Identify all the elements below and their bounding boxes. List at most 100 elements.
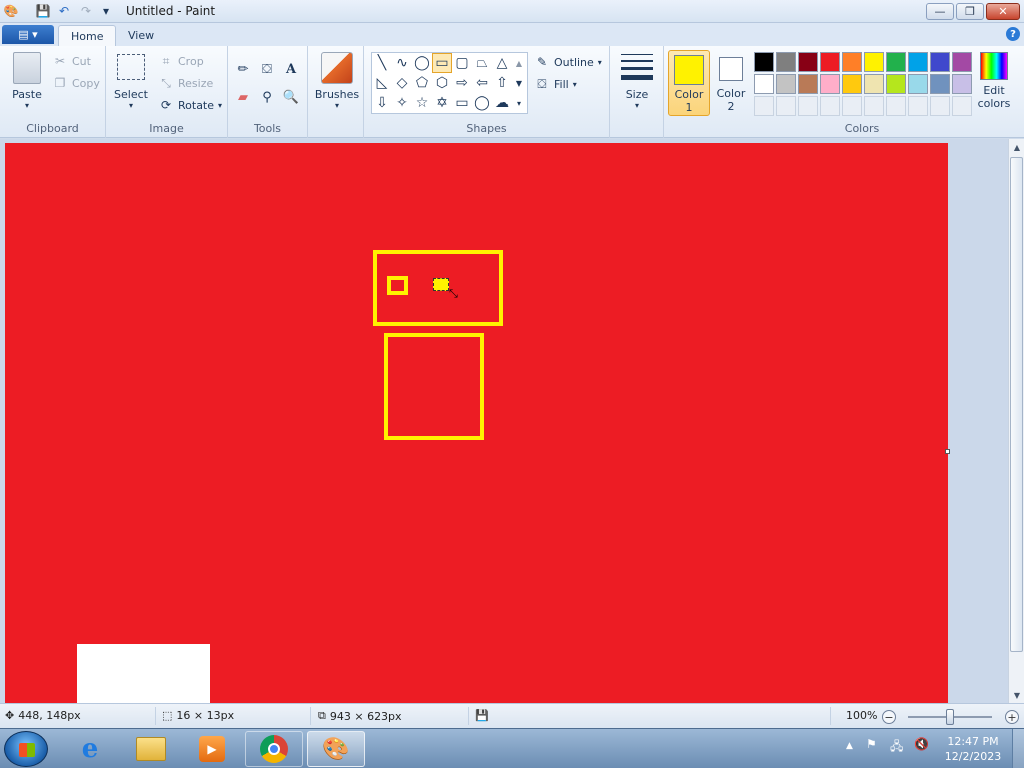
outline-button[interactable]: ✎ Outline ▾ <box>534 54 602 70</box>
internet-explorer-icon[interactable]: e <box>61 731 119 767</box>
four-point-star-shape-icon[interactable]: ✧ <box>392 93 412 113</box>
color-swatch[interactable] <box>820 74 840 94</box>
paint-icon[interactable]: 🎨 <box>3 3 19 19</box>
yellow-square[interactable] <box>384 333 484 440</box>
custom-color-slot[interactable] <box>776 96 796 116</box>
action-center-icon[interactable]: ⚑ <box>866 737 877 751</box>
shapes-expand-icon[interactable]: ▾ <box>512 93 526 113</box>
color-swatch[interactable] <box>864 52 884 72</box>
oval-shape-icon[interactable]: ◯ <box>412 53 432 73</box>
crop-button[interactable]: ⌗ Crop <box>158 53 204 69</box>
right-triangle-shape-icon[interactable]: ◺ <box>372 73 392 93</box>
triangle-shape-icon[interactable]: △ <box>492 53 512 73</box>
file-explorer-icon[interactable] <box>122 731 180 767</box>
custom-color-slot[interactable] <box>886 96 906 116</box>
right-arrow-shape-icon[interactable]: ⇨ <box>452 73 472 93</box>
curve-shape-icon[interactable]: ∿ <box>392 53 412 73</box>
selection-marker[interactable] <box>433 278 449 291</box>
color-swatch[interactable] <box>864 74 884 94</box>
file-menu-button[interactable]: ▤ ▾ <box>2 25 54 44</box>
pencil-icon[interactable]: ✏ <box>232 58 254 80</box>
custom-color-slot[interactable] <box>842 96 862 116</box>
canvas-resize-handle[interactable] <box>945 449 950 454</box>
color-swatch[interactable] <box>908 74 928 94</box>
color-swatch[interactable] <box>776 52 796 72</box>
magnifier-icon[interactable]: 🔍 <box>280 86 302 108</box>
restore-button[interactable]: ❐ <box>956 3 984 20</box>
color-swatch[interactable] <box>930 74 950 94</box>
pentagon-shape-icon[interactable]: ⬠ <box>412 73 432 93</box>
scrollbar-thumb[interactable] <box>1010 157 1023 652</box>
cloud-callout-shape-icon[interactable]: ☁ <box>492 93 512 113</box>
color-swatch[interactable] <box>930 52 950 72</box>
six-point-star-shape-icon[interactable]: ✡ <box>432 93 452 113</box>
color-swatch[interactable] <box>798 74 818 94</box>
tab-home[interactable]: Home <box>58 25 117 46</box>
down-arrow-shape-icon[interactable]: ⇩ <box>372 93 392 113</box>
color-picker-icon[interactable]: ⚲ <box>256 86 278 108</box>
left-arrow-shape-icon[interactable]: ⇦ <box>472 73 492 93</box>
five-point-star-shape-icon[interactable]: ☆ <box>412 93 432 113</box>
help-icon[interactable]: ? <box>1006 27 1020 41</box>
close-button[interactable]: ✕ <box>986 3 1020 20</box>
customize-quick-access-icon[interactable]: ▾ <box>98 3 114 19</box>
yellow-small-square[interactable] <box>387 276 408 295</box>
save-icon[interactable]: 💾 <box>35 3 51 19</box>
minimize-button[interactable]: — <box>926 3 954 20</box>
color-swatch[interactable] <box>952 74 972 94</box>
white-rectangle[interactable] <box>77 644 210 703</box>
color-swatch[interactable] <box>886 52 906 72</box>
color-swatch[interactable] <box>798 52 818 72</box>
color-swatch[interactable] <box>820 52 840 72</box>
custom-color-slot[interactable] <box>908 96 928 116</box>
vertical-scrollbar[interactable]: ▲ ▼ <box>1008 139 1024 703</box>
rounded-callout-shape-icon[interactable]: ▭ <box>452 93 472 113</box>
rounded-rectangle-shape-icon[interactable]: ▢ <box>452 53 472 73</box>
show-desktop-button[interactable] <box>1012 729 1024 768</box>
zoom-slider-thumb[interactable] <box>946 709 954 725</box>
line-shape-icon[interactable]: ╲ <box>372 53 392 73</box>
drawing-canvas[interactable] <box>5 143 948 703</box>
start-button[interactable] <box>4 731 48 767</box>
tab-view[interactable]: View <box>116 25 166 46</box>
resize-button[interactable]: ⤡ Resize <box>158 75 213 91</box>
up-arrow-shape-icon[interactable]: ⇧ <box>492 73 512 93</box>
text-icon[interactable]: A <box>280 58 302 80</box>
zoom-out-button[interactable]: − <box>882 710 896 724</box>
shapes-scroll-down-icon[interactable]: ▼ <box>512 73 526 93</box>
undo-icon[interactable]: ↶ <box>56 3 72 19</box>
zoom-in-button[interactable]: + <box>1005 710 1019 724</box>
color-swatch[interactable] <box>908 52 928 72</box>
color-swatch[interactable] <box>886 74 906 94</box>
chrome-icon[interactable] <box>245 731 303 767</box>
redo-icon[interactable]: ↷ <box>78 3 94 19</box>
color1-button[interactable]: Color 1 <box>668 50 710 116</box>
shapes-scroll-up-icon[interactable]: ▲ <box>512 53 526 73</box>
color-swatch[interactable] <box>842 74 862 94</box>
custom-color-slot[interactable] <box>754 96 774 116</box>
custom-color-slot[interactable] <box>930 96 950 116</box>
custom-color-slot[interactable] <box>864 96 884 116</box>
show-hidden-icons-icon[interactable]: ▲ <box>846 741 853 751</box>
edit-colors-button[interactable]: Edit colors <box>974 52 1014 110</box>
custom-color-slot[interactable] <box>820 96 840 116</box>
cut-button[interactable]: ✂ Cut <box>52 53 91 69</box>
eraser-icon[interactable]: ▰ <box>232 86 254 108</box>
color-swatch[interactable] <box>754 74 774 94</box>
custom-color-slot[interactable] <box>952 96 972 116</box>
paste-button[interactable]: Paste ▾ <box>8 52 46 110</box>
oval-callout-shape-icon[interactable]: ◯ <box>472 93 492 113</box>
color-swatch[interactable] <box>776 74 796 94</box>
scroll-up-icon[interactable]: ▲ <box>1009 139 1024 155</box>
paint-taskbar-icon[interactable]: 🎨 <box>307 731 365 767</box>
volume-muted-icon[interactable]: 🔇 <box>914 737 929 751</box>
media-player-icon[interactable]: ▶ <box>183 731 241 767</box>
color-swatch[interactable] <box>754 52 774 72</box>
color-swatch[interactable] <box>952 52 972 72</box>
network-icon[interactable]: 🖧 <box>890 737 903 758</box>
rectangle-shape-icon[interactable]: ▭ <box>432 53 452 73</box>
brushes-button[interactable]: Brushes ▾ <box>314 52 360 110</box>
copy-button[interactable]: ❐ Copy <box>52 75 100 91</box>
color2-button[interactable]: Color 2 <box>712 50 750 116</box>
rotate-button[interactable]: ⟳ Rotate ▾ <box>158 97 222 113</box>
